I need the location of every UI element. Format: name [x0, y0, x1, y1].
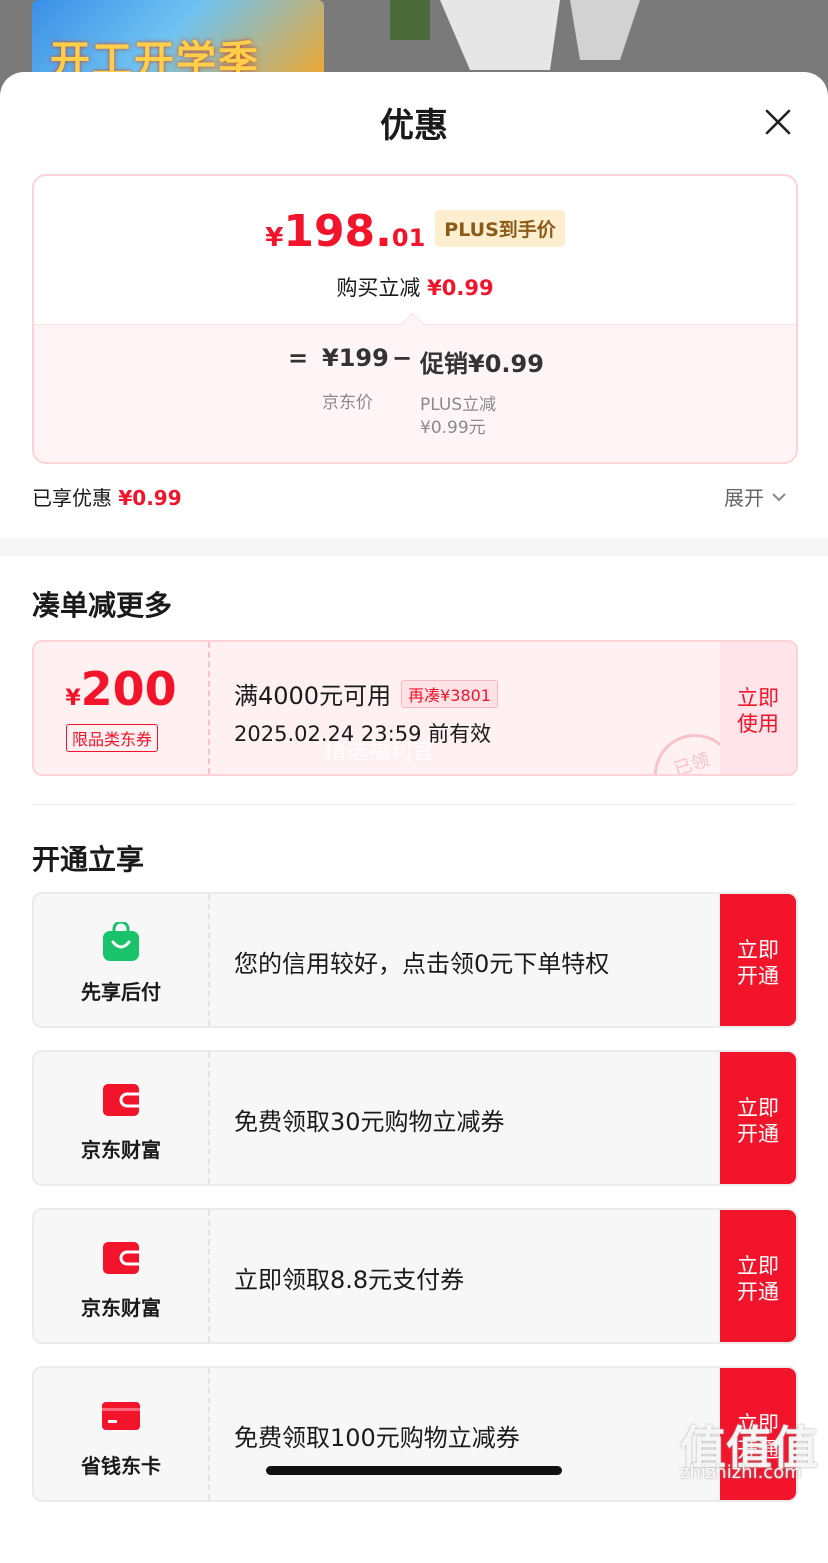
discount-sheet: 优惠 ¥198.01 PLUS到手价 购买立减 ¥0.99 = ¥199 − 促销…	[0, 72, 828, 1563]
service-description: 免费领取100元购物立减券	[234, 1424, 520, 1452]
instant-discount-label: 购买立减	[336, 276, 421, 300]
activate-button[interactable]: 立即 开通	[720, 894, 796, 1026]
service-brand: 京东财富	[34, 1210, 210, 1342]
formula-jd-price: ¥199	[322, 344, 389, 372]
coupon-amount: ¥200	[34, 662, 208, 716]
use-coupon-label-2: 使用	[737, 712, 779, 736]
service-description: 免费领取30元购物立减券	[234, 1108, 505, 1136]
close-icon[interactable]	[762, 106, 794, 138]
activate-button[interactable]: 立即 开通	[720, 1210, 796, 1342]
activate-label-2: 开通	[737, 964, 779, 988]
use-coupon-button[interactable]: 立即 使用	[720, 642, 796, 774]
coupon-currency: ¥	[65, 686, 81, 711]
service-brand: 省钱东卡	[34, 1368, 210, 1500]
coupon-amount-value: 200	[80, 662, 177, 716]
service-card-jd-finance-2: 京东财富 立即领取8.8元支付券 立即 开通	[32, 1208, 798, 1344]
service-name: 京东财富	[81, 1138, 161, 1162]
chevron-down-icon	[772, 493, 787, 502]
jd-price-label: 京东价	[322, 393, 373, 413]
activate-label-2: 开通	[737, 1122, 779, 1146]
home-indicator[interactable]	[266, 1466, 562, 1475]
coupon-extra-tag: 再凑¥3801	[401, 680, 498, 708]
price-breakdown	[34, 324, 796, 462]
service-brand: 先享后付	[34, 894, 210, 1026]
service-name: 省钱东卡	[81, 1454, 161, 1478]
coupon-type-badge: 限品类东券	[66, 724, 159, 752]
formula-promo: 促销¥0.99	[420, 350, 544, 378]
background-product-image	[390, 0, 640, 70]
instant-discount-value: ¥0.99	[427, 276, 494, 300]
more-section-title: 凑单减更多	[32, 589, 173, 622]
service-card-jd-finance-1: 京东财富 免费领取30元购物立减券 立即 开通	[32, 1050, 798, 1186]
service-name: 京东财富	[81, 1296, 161, 1320]
sheet-title: 优惠	[380, 106, 448, 146]
final-price-integer: 198.	[283, 206, 392, 257]
service-description: 您的信用较好，点击领0元下单特权	[234, 950, 610, 978]
section-gap	[0, 538, 828, 556]
service-name: 先享后付	[81, 980, 161, 1004]
final-price: ¥198.01 PLUS到手价	[34, 206, 796, 257]
enjoyed-discount: 已享优惠 ¥0.99	[32, 482, 182, 511]
coupon-card: ¥200 限品类东券 满4000元可用 再凑¥3801 2025.02.24 23…	[32, 640, 798, 776]
formula-equals: =	[288, 344, 309, 372]
promo-label-line1: PLUS立减	[420, 395, 497, 415]
enjoyed-discount-value: ¥0.99	[118, 486, 182, 510]
coupon-amount-panel: ¥200 限品类东券	[34, 642, 210, 774]
formula-minus: −	[392, 344, 413, 372]
wallet-icon	[103, 1242, 139, 1274]
price-card: ¥198.01 PLUS到手价 购买立减 ¥0.99 = ¥199 − 促销¥0.…	[32, 174, 798, 464]
service-brand: 京东财富	[34, 1052, 210, 1184]
shopping-bag-icon	[103, 922, 139, 961]
site-watermark-url: zhizhizhi.com	[680, 1462, 802, 1483]
final-price-decimal: 01	[391, 224, 426, 252]
final-price-currency: ¥	[265, 223, 284, 253]
activate-button[interactable]: 立即 开通	[720, 1052, 796, 1184]
expand-button[interactable]: 展开	[724, 482, 788, 511]
coupon-condition: 满4000元可用 再凑¥3801	[234, 676, 498, 711]
card-icon	[102, 1402, 140, 1430]
expand-label: 展开	[724, 486, 764, 510]
service-card-pay-later: 先享后付 您的信用较好，点击领0元下单特权 立即 开通	[32, 892, 798, 1028]
enjoyed-discount-label: 已享优惠	[32, 486, 112, 510]
wallet-icon	[103, 1084, 139, 1116]
coupon-condition-text: 满4000元可用	[234, 682, 392, 710]
service-description: 立即领取8.8元支付券	[234, 1266, 465, 1294]
instant-discount: 购买立减 ¥0.99	[34, 272, 796, 302]
open-section-title: 开通立享	[32, 843, 145, 876]
watermark-text: 精选福利官	[324, 740, 435, 765]
section-divider	[32, 804, 796, 805]
price-summary: ¥198.01 PLUS到手价 购买立减 ¥0.99	[34, 176, 796, 324]
promo-label-line2: ¥0.99元	[420, 418, 486, 438]
activate-label-2: 开通	[737, 1280, 779, 1304]
plus-price-tag: PLUS到手价	[435, 210, 565, 247]
